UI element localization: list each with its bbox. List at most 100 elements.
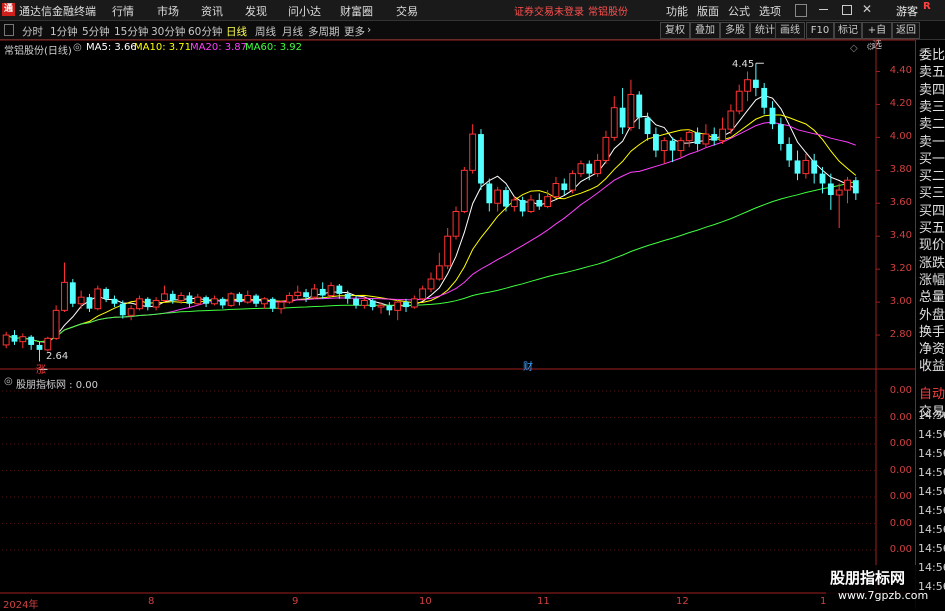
candle-body-up (152, 299, 160, 308)
candle (761, 83, 768, 115)
candle (669, 137, 676, 163)
candle-body-up (660, 140, 668, 152)
quote-label: 买四 (919, 203, 945, 219)
candle (236, 292, 243, 306)
candle-body-up (844, 179, 851, 191)
candle (794, 150, 801, 181)
candle-body-down (503, 190, 509, 207)
candle (677, 137, 685, 158)
candle-body-up (727, 110, 735, 130)
kline-chart[interactable] (0, 0, 945, 609)
candle-body-up (719, 128, 726, 142)
candle (410, 295, 418, 309)
candle (469, 124, 477, 174)
quote-label: 外盘 (919, 307, 945, 323)
date-label-8: 8 (148, 596, 155, 607)
candle-body-up (594, 159, 602, 175)
low-price-annotation: 2.64 (46, 351, 69, 362)
candle-body-down (403, 302, 409, 308)
candle-body-down (36, 344, 43, 350)
candle (61, 262, 68, 312)
candle-body-down (28, 336, 35, 345)
candle-body-up (260, 298, 268, 305)
candle (144, 297, 151, 311)
candle-body-up (52, 309, 60, 339)
candle (294, 285, 302, 301)
price-tick-label: 3.60 (889, 197, 912, 209)
watermark-line1: 股朋指标网 (830, 569, 906, 587)
candle-body-up (735, 90, 743, 112)
quote-label: 净资 (919, 342, 945, 358)
candle (727, 104, 735, 135)
candle-body-up (744, 79, 751, 92)
auto-trade-label[interactable]: 自动 (919, 383, 945, 402)
quote-label: 换手 (919, 324, 945, 340)
candle (203, 295, 210, 308)
candle-body-up (802, 159, 810, 175)
candle (186, 292, 193, 308)
candle (427, 272, 435, 293)
candle (277, 300, 285, 314)
candle (852, 176, 859, 200)
candle-body-up (610, 107, 618, 138)
candle-body-up (285, 295, 293, 303)
candle-body-up (444, 235, 452, 267)
candle (685, 129, 693, 148)
quote-label: 总量 (919, 290, 945, 306)
date-label-9: 9 (292, 596, 299, 607)
candle (586, 160, 593, 181)
price-tick-label: 4.40 (889, 65, 912, 77)
candle (694, 127, 701, 151)
candle-body-down (386, 305, 393, 311)
candle (844, 176, 851, 204)
candle (435, 252, 443, 281)
candle (602, 130, 610, 164)
candle-body-down (103, 288, 110, 299)
candle (569, 170, 577, 194)
candle-body-up (360, 299, 368, 306)
candle (360, 297, 368, 309)
candle (244, 290, 252, 304)
candle-body-down (644, 117, 651, 135)
sub-tick-label: 0.00 (889, 544, 912, 555)
candle (86, 293, 93, 312)
candle-body-down (752, 79, 759, 88)
tag-zhang[interactable]: 涨 (36, 361, 46, 376)
quote-label: 买二 (919, 169, 945, 185)
candle (403, 298, 409, 312)
candle (486, 178, 493, 212)
candle-body-up (127, 308, 135, 316)
candle-body-up (552, 182, 560, 198)
quote-label: 买三 (919, 186, 945, 202)
candle-body-up (61, 281, 68, 311)
quote-label: 现价 (919, 238, 945, 254)
candle (77, 290, 85, 309)
candle-body-down (369, 300, 376, 308)
candle (211, 295, 218, 306)
candle-body-down (144, 298, 151, 308)
candle-body-up (835, 189, 843, 196)
candle-body-up (327, 285, 335, 297)
tick-time: 14:56 (918, 466, 945, 479)
candle (744, 71, 751, 102)
tick-time: 14:56 (918, 523, 945, 536)
candle (11, 330, 18, 345)
date-label-10: 10 (419, 596, 432, 607)
candle-body-up (377, 304, 385, 308)
candle (460, 167, 468, 214)
candle-body-down (119, 303, 126, 316)
tick-time: 14:56 (918, 428, 945, 441)
candle (353, 295, 359, 309)
watermark-line2: www.7gpzb.com (838, 589, 929, 602)
candle-body-down (344, 293, 351, 299)
candle (627, 79, 635, 131)
candle (652, 127, 659, 158)
sub-tick-label: 0.00 (889, 464, 912, 476)
tag-cai[interactable]: 财 (523, 358, 533, 373)
candle-body-down (811, 160, 818, 174)
candle-body-down (319, 288, 326, 296)
candle-body-up (161, 293, 168, 301)
quote-label: 卖二 (919, 117, 945, 133)
candle-body-up (685, 131, 693, 142)
candle (136, 295, 143, 311)
